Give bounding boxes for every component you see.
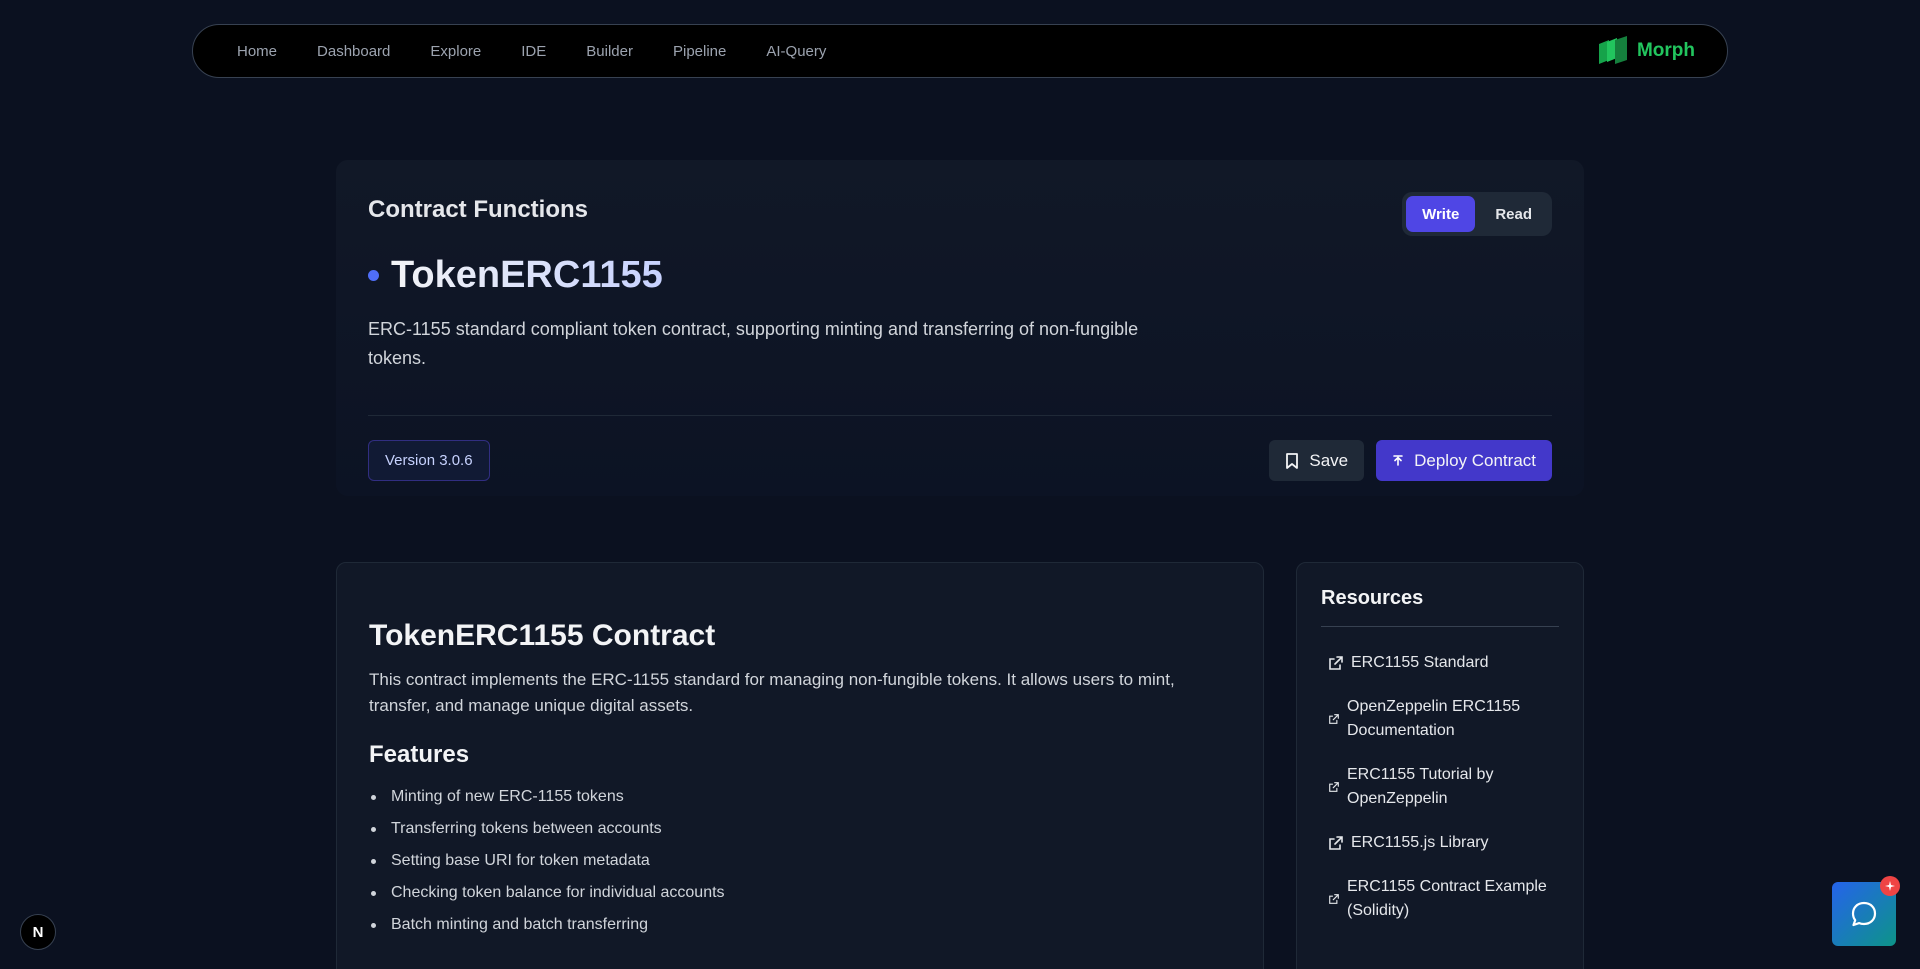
contract-description: This contract implements the ERC-1155 st… [369, 670, 1175, 715]
divider [368, 415, 1552, 416]
top-navbar: Home Dashboard Explore IDE Builder Pipel… [192, 24, 1728, 78]
dev-tools-badge[interactable]: N [20, 914, 56, 950]
nav-link-ai-query[interactable]: AI-Query [766, 43, 826, 60]
write-read-toggle: Write Read [1402, 192, 1552, 236]
feature-item: Checking token balance for individual ac… [369, 877, 1231, 909]
feature-item: Minting of new ERC-1155 tokens [369, 781, 1231, 813]
token-description: ERC-1155 standard compliant token contra… [368, 319, 1139, 368]
resource-label: OpenZeppelin ERC1155 Documentation [1347, 698, 1521, 739]
feature-item: Setting base URI for token metadata [369, 845, 1231, 877]
deploy-label: Deploy Contract [1414, 450, 1536, 470]
action-buttons: Save Deploy Contract [1269, 440, 1552, 481]
upload-icon [1393, 454, 1403, 466]
resource-link-openzeppelin-docs[interactable]: OpenZeppelin ERC1155 Documentation [1321, 685, 1559, 753]
token-name: TokenERC1155 [391, 254, 663, 296]
nav-link-pipeline[interactable]: Pipeline [673, 43, 726, 60]
contract-header-card: Contract Functions Write Read TokenERC11… [336, 160, 1584, 496]
nav-link-explore[interactable]: Explore [430, 43, 481, 60]
bookmark-icon [1286, 452, 1299, 469]
external-link-icon [1329, 656, 1343, 670]
contract-info-card: TokenERC1155 Contract This contract impl… [336, 562, 1264, 969]
sparkle-icon [1885, 881, 1895, 891]
read-tab[interactable]: Read [1479, 196, 1548, 232]
features-list: Minting of new ERC-1155 tokens Transferr… [369, 781, 1231, 941]
chat-button[interactable] [1832, 876, 1900, 946]
features-heading: Features [369, 741, 470, 768]
resources-card: Resources ERC1155 Standard OpenZeppelin … [1296, 562, 1584, 969]
save-button[interactable]: Save [1269, 440, 1365, 481]
resource-link-erc1155-standard[interactable]: ERC1155 Standard [1321, 641, 1559, 685]
resource-link-openzeppelin-tutorial[interactable]: ERC1155 Tutorial by OpenZeppelin [1321, 753, 1559, 821]
write-tab[interactable]: Write [1406, 196, 1476, 232]
save-label: Save [1309, 450, 1349, 470]
feature-item: Batch minting and batch transferring [369, 909, 1231, 941]
resource-link-solidity-example[interactable]: ERC1155 Contract Example (Solidity) [1321, 865, 1559, 933]
token-title-row: TokenERC1155 [368, 254, 1552, 297]
resource-label: ERC1155.js Library [1351, 834, 1489, 851]
resource-label: ERC1155 Tutorial by OpenZeppelin [1347, 766, 1494, 807]
nav-links: Home Dashboard Explore IDE Builder Pipel… [237, 43, 826, 60]
resource-label: ERC1155 Standard [1351, 654, 1489, 671]
external-link-icon [1329, 782, 1339, 792]
external-link-icon [1329, 836, 1343, 850]
brand-name: Morph [1636, 40, 1695, 61]
morph-logo-icon [1598, 36, 1627, 64]
external-link-icon [1329, 714, 1339, 724]
resource-link-erc1155js[interactable]: ERC1155.js Library [1321, 821, 1559, 865]
status-dot [368, 270, 379, 281]
resource-label: ERC1155 Contract Example (Solidity) [1347, 878, 1547, 919]
deploy-contract-button[interactable]: Deploy Contract [1376, 440, 1552, 481]
chat-bubble-icon [1851, 901, 1877, 927]
contract-title: TokenERC1155 Contract [369, 619, 716, 652]
nav-link-builder[interactable]: Builder [586, 43, 633, 60]
resources-list: ERC1155 Standard OpenZeppelin ERC1155 Do… [1321, 641, 1559, 933]
section-title: Contract Functions [368, 196, 588, 223]
external-link-icon [1329, 894, 1339, 904]
version-badge: Version 3.0.6 [368, 440, 490, 481]
brand-link[interactable]: Morph [1597, 36, 1695, 66]
resources-heading: Resources [1321, 587, 1559, 627]
nav-link-ide[interactable]: IDE [521, 43, 546, 60]
nav-link-home[interactable]: Home [237, 43, 277, 60]
nav-link-dashboard[interactable]: Dashboard [317, 43, 390, 60]
sparkle-badge [1880, 876, 1900, 896]
feature-item: Transferring tokens between accounts [369, 813, 1231, 845]
